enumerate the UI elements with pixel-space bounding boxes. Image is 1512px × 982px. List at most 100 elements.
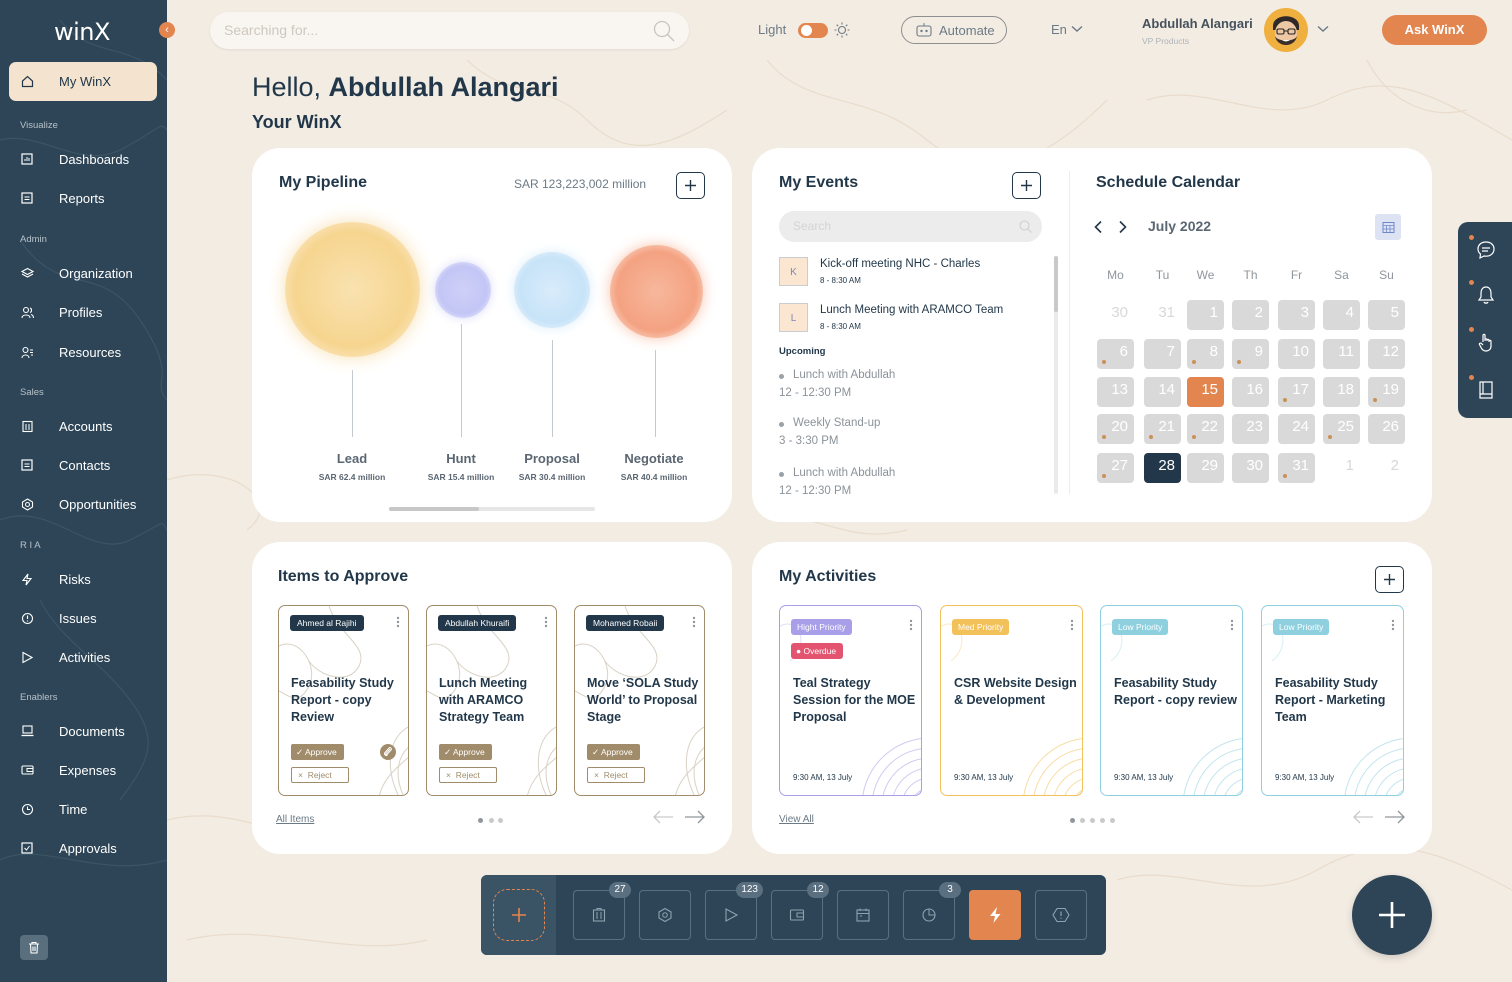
calendar-view-button[interactable] xyxy=(1375,214,1401,240)
search-input[interactable] xyxy=(224,22,624,38)
sidebar-item-risks[interactable]: Risks xyxy=(0,564,167,594)
arrow-right-icon[interactable] xyxy=(684,810,706,824)
chevron-right-icon[interactable] xyxy=(1118,220,1128,234)
arrow-right-icon[interactable] xyxy=(1384,810,1406,824)
pipeline-bubble-hunt[interactable] xyxy=(435,262,491,318)
calendar-day[interactable]: 18 xyxy=(1323,377,1360,407)
calendar-day[interactable]: 28 xyxy=(1144,453,1181,483)
attachment-button[interactable] xyxy=(380,744,396,760)
activity-card[interactable]: Hight Priority ● Overdue Teal Strategy Ses… xyxy=(779,605,922,796)
chevron-left-icon[interactable] xyxy=(1093,220,1103,234)
calendar-day[interactable]: 24 xyxy=(1278,414,1315,444)
calendar-day[interactable]: 21 xyxy=(1144,414,1181,444)
dock-risks[interactable] xyxy=(969,890,1021,940)
notes-button[interactable] xyxy=(1469,375,1496,400)
approval-card[interactable]: Abdullah Khuraifi Lunch Meeting with ARAM… xyxy=(426,605,557,796)
theme-toggle[interactable] xyxy=(798,23,828,38)
approve-button[interactable]: ✓ Approve xyxy=(291,744,344,760)
approval-card[interactable]: Mohamed Robaii Move ‘SOLA Study World’ to… xyxy=(574,605,705,796)
more-vertical-icon[interactable] xyxy=(1230,619,1234,631)
calendar-day[interactable]: 26 xyxy=(1368,414,1405,444)
calendar-day[interactable]: 30 xyxy=(1232,453,1269,483)
sidebar-item-opportunities[interactable]: Opportunities xyxy=(0,489,167,519)
more-vertical-icon[interactable] xyxy=(1391,619,1395,631)
calendar-day[interactable]: 6 xyxy=(1097,339,1134,369)
calendar-day[interactable]: 13 xyxy=(1097,377,1134,407)
dock-issues[interactable] xyxy=(1035,890,1087,940)
calendar-day[interactable]: 8 xyxy=(1187,339,1224,369)
sidebar-item-approvals[interactable]: Approvals xyxy=(0,833,167,863)
scrollbar-thumb[interactable] xyxy=(389,507,479,511)
add-event-button[interactable] xyxy=(1012,172,1041,199)
pager-dot[interactable] xyxy=(1110,818,1115,823)
calendar-day[interactable]: 3 xyxy=(1278,300,1315,330)
calendar-day[interactable]: 10 xyxy=(1278,339,1315,369)
pager-dot[interactable] xyxy=(1080,818,1085,823)
arrow-left-icon[interactable] xyxy=(652,810,674,824)
touch-button[interactable] xyxy=(1469,327,1496,352)
trash-button[interactable] xyxy=(20,935,48,960)
calendar-day[interactable]: 14 xyxy=(1144,377,1181,407)
pipeline-scrollbar[interactable] xyxy=(389,507,595,511)
calendar-day[interactable]: 9 xyxy=(1232,339,1269,369)
calendar-day[interactable]: 17 xyxy=(1278,377,1315,407)
chevron-down-icon[interactable] xyxy=(1317,25,1329,33)
calendar-day[interactable]: 20 xyxy=(1097,414,1134,444)
pipeline-bubble-lead[interactable] xyxy=(285,222,420,357)
sidebar-item-issues[interactable]: Issues xyxy=(0,603,167,633)
scrollbar-thumb[interactable] xyxy=(1054,256,1058,312)
floating-add-button[interactable] xyxy=(1352,875,1432,955)
dock-reports[interactable]: 3 xyxy=(903,882,961,940)
calendar-day[interactable]: 22 xyxy=(1187,414,1224,444)
calendar-day-outside[interactable]: 2 xyxy=(1368,453,1405,483)
sidebar-item-my-winx[interactable]: My WinX xyxy=(0,66,167,96)
dock-expenses[interactable]: 12 xyxy=(771,882,829,940)
calendar-day-outside[interactable]: 1 xyxy=(1323,453,1360,483)
chat-button[interactable] xyxy=(1469,235,1496,260)
calendar-day[interactable]: 2 xyxy=(1232,300,1269,330)
activity-card[interactable]: Med Priority CSR Website Design & Develop… xyxy=(940,605,1083,796)
sidebar-item-documents[interactable]: Documents xyxy=(0,716,167,746)
activity-card[interactable]: Low Priority Feasability Study Report - c… xyxy=(1100,605,1243,796)
events-search-input[interactable] xyxy=(793,219,993,233)
calendar-day[interactable]: 15 xyxy=(1187,377,1224,407)
dock-calendar[interactable] xyxy=(837,890,889,940)
dock-add-button[interactable] xyxy=(493,889,545,941)
all-items-link[interactable]: All Items xyxy=(276,814,314,825)
notifications-button[interactable] xyxy=(1469,280,1496,305)
sidebar-item-expenses[interactable]: Expenses xyxy=(0,755,167,785)
calendar-day[interactable]: 23 xyxy=(1232,414,1269,444)
pager-dot[interactable] xyxy=(1070,818,1075,823)
calendar-day[interactable]: 29 xyxy=(1187,453,1224,483)
more-vertical-icon[interactable] xyxy=(909,619,913,631)
calendar-day[interactable]: 4 xyxy=(1323,300,1360,330)
pipeline-bubble-proposal[interactable] xyxy=(514,252,590,328)
more-vertical-icon[interactable] xyxy=(396,616,400,628)
calendar-day-outside[interactable]: 31 xyxy=(1144,300,1181,330)
reject-button[interactable]: × Reject xyxy=(439,767,497,783)
calendar-day[interactable]: 1 xyxy=(1187,300,1224,330)
calendar-day-outside[interactable]: 30 xyxy=(1097,300,1134,330)
search-icon[interactable] xyxy=(1019,220,1032,233)
calendar-day[interactable]: 5 xyxy=(1368,300,1405,330)
more-vertical-icon[interactable] xyxy=(1070,619,1074,631)
add-pipeline-button[interactable] xyxy=(676,172,705,199)
sidebar-item-profiles[interactable]: Profiles xyxy=(0,297,167,327)
more-vertical-icon[interactable] xyxy=(692,616,696,628)
approval-card[interactable]: Ahmed al Rajihi Feasability Study Report … xyxy=(278,605,409,796)
reject-button[interactable]: × Reject xyxy=(587,767,645,783)
calendar-day[interactable]: 16 xyxy=(1232,377,1269,407)
chevron-down-icon[interactable] xyxy=(1071,25,1083,33)
ask-winx-button[interactable]: Ask WinX xyxy=(1382,15,1487,45)
calendar-day[interactable]: 7 xyxy=(1144,339,1181,369)
sidebar-item-time[interactable]: Time xyxy=(0,794,167,824)
calendar-day[interactable]: 31 xyxy=(1278,453,1315,483)
calendar-day[interactable]: 27 xyxy=(1097,453,1134,483)
reject-button[interactable]: × Reject xyxy=(291,767,349,783)
dock-opportunities[interactable] xyxy=(639,890,691,940)
sidebar-item-activities[interactable]: Activities xyxy=(0,642,167,672)
app-logo[interactable]: winX xyxy=(54,18,110,46)
dock-accounts[interactable]: 27 xyxy=(573,882,631,940)
pager-dot[interactable] xyxy=(1100,818,1105,823)
dock-activities[interactable]: 123 xyxy=(705,882,763,940)
